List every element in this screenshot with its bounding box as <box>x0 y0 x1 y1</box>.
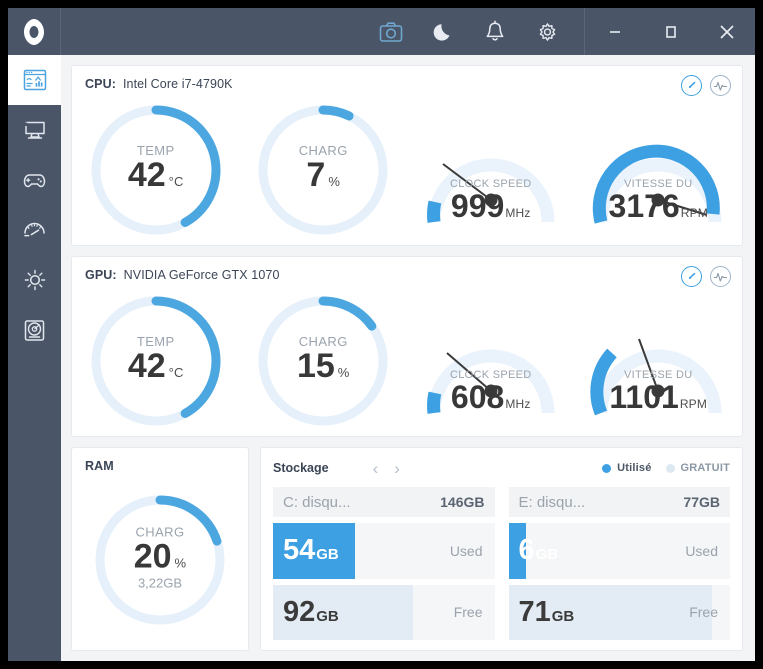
storage-title: Stockage <box>273 461 329 475</box>
sidebar-item-storage[interactable] <box>8 305 61 355</box>
gpu-fan-gauge: VITESSE DU 1101RPM <box>575 285 743 436</box>
maximize-button[interactable] <box>643 8 699 55</box>
disk-used-tag: Used <box>449 542 483 559</box>
ram-title-text: RAM <box>85 459 114 473</box>
bottom-row: RAM CHARG 20% 3,22GB Stockage ‹ › Utilis… <box>71 447 743 651</box>
gpu-title: GPU: NVIDIA GeForce GTX 1070 <box>85 268 280 282</box>
disk-free-bar: 92GB Free <box>273 584 495 640</box>
gpu-model: NVIDIA GeForce GTX 1070 <box>123 268 280 282</box>
gpu-load-gauge: CHARG 15% <box>240 285 408 436</box>
title-bar-spacer <box>61 8 378 55</box>
disk-used-bar: 54GB Used <box>273 523 495 579</box>
gauge-view-icon[interactable] <box>681 75 702 96</box>
gpu-card: GPU: NVIDIA GeForce GTX 1070 TEMP 42 °C … <box>71 256 743 437</box>
gear-icon[interactable] <box>534 19 560 45</box>
cpu-model: Intel Core i7-4790K <box>122 77 233 91</box>
ram-gauge: CHARG 20% 3,22GB <box>72 478 248 642</box>
title-bar <box>8 8 755 55</box>
gpu-gauges: TEMP 42 °C CHARG 15 % CLOCK SPEED 608MHz… <box>72 285 742 436</box>
disk-used-bar: 6GB Used <box>508 523 730 579</box>
gpu-clock-gauge: CLOCK SPEED 608MHz <box>407 285 575 436</box>
storage-card: Stockage ‹ › Utilisé GRATUIT C: disqu...… <box>260 447 743 651</box>
speedometer-icon <box>24 222 45 236</box>
cpu-label: CPU: <box>85 77 116 91</box>
sidebar-item-dashboard[interactable] <box>8 55 61 105</box>
window-controls <box>587 8 755 55</box>
cpu-load-gauge: CHARG 7% <box>240 94 408 245</box>
disk-total-size: 146GB <box>440 494 485 510</box>
gamepad-icon <box>23 173 46 187</box>
close-button[interactable] <box>699 8 755 55</box>
disk-header: E: disqu... 77GB <box>508 487 730 517</box>
disk-used-value: 54 <box>283 534 316 567</box>
sidebar-item-lighting[interactable] <box>8 255 61 305</box>
legend-used: Utilisé <box>602 462 651 474</box>
ram-card: RAM CHARG 20% 3,22GB <box>71 447 249 651</box>
legend-free: GRATUIT <box>665 462 730 474</box>
gpu-temp-gauge: TEMP 42 °C <box>72 285 240 436</box>
disk-free-unit: GB <box>551 607 575 625</box>
sidebar-item-performance[interactable] <box>8 205 61 255</box>
gpu-view-toggles <box>681 266 731 287</box>
graph-view-icon[interactable] <box>710 266 731 287</box>
disk-free-value: 92 <box>283 595 316 628</box>
sidebar-item-games[interactable] <box>8 155 61 205</box>
moon-icon[interactable] <box>430 19 456 45</box>
next-page-button[interactable]: › <box>394 460 400 477</box>
cpu-fan-gauge: VITESSE DU 3176RPM <box>575 94 743 245</box>
cpu-view-toggles <box>681 75 731 96</box>
app-logo <box>8 8 61 55</box>
cpu-clock-gauge: CLOCK SPEED 999MHz <box>407 94 575 245</box>
disk-used-unit: GB <box>535 546 559 564</box>
app-window: CPU: Intel Core i7-4790K TEMP 42 °C CHAR… <box>8 8 755 661</box>
title-bar-divider <box>584 8 585 55</box>
disk-free-tag: Free <box>453 604 483 621</box>
disk-header: C: disqu... 146GB <box>273 487 495 517</box>
content-area: CPU: Intel Core i7-4790K TEMP 42 °C CHAR… <box>61 55 755 661</box>
body: CPU: Intel Core i7-4790K TEMP 42 °C CHAR… <box>8 55 755 661</box>
disk-name: E: disqu... <box>518 493 586 511</box>
disk-item[interactable]: E: disqu... 77GB 6GB Used 71GB Free <box>508 487 730 640</box>
screenshot-icon[interactable] <box>378 19 404 45</box>
cpu-title: CPU: Intel Core i7-4790K <box>85 77 233 91</box>
disk-used-value: 6 <box>518 534 535 567</box>
disk-free-value: 71 <box>518 595 551 628</box>
disk-item[interactable]: C: disqu... 146GB 54GB Used 92GB Free <box>273 487 495 640</box>
disk-list: C: disqu... 146GB 54GB Used 92GB Free E:… <box>273 487 730 640</box>
disk-used-tag: Used <box>685 542 718 559</box>
disk-name: C: disqu... <box>283 493 351 511</box>
sun-icon <box>24 269 45 291</box>
gauge-view-icon[interactable] <box>681 266 702 287</box>
hexagon-logo-icon <box>24 18 44 45</box>
disk-free-unit: GB <box>316 607 339 625</box>
sidebar-item-monitor[interactable] <box>8 105 61 155</box>
title-bar-actions <box>378 8 570 55</box>
dashboard-icon <box>23 69 46 91</box>
disk-used-unit: GB <box>316 546 339 564</box>
monitor-icon <box>24 121 45 139</box>
graph-view-icon[interactable] <box>710 75 731 96</box>
disk-icon <box>24 319 45 341</box>
storage-legend: Utilisé GRATUIT <box>602 462 730 474</box>
storage-pager: ‹ › <box>373 460 400 477</box>
ram-title: RAM <box>85 459 114 473</box>
sidebar <box>8 55 61 661</box>
legend-free-dot <box>665 463 675 473</box>
legend-free-label: GRATUIT <box>680 462 730 474</box>
cpu-card: CPU: Intel Core i7-4790K TEMP 42 °C CHAR… <box>71 65 743 246</box>
minimize-button[interactable] <box>587 8 643 55</box>
legend-used-dot <box>602 463 612 473</box>
cpu-gauges: TEMP 42 °C CHARG 7 % CLOCK SPEED 999MHz … <box>72 94 742 245</box>
storage-header: Stockage ‹ › Utilisé GRATUIT <box>261 457 742 479</box>
gpu-label: GPU: <box>85 268 117 282</box>
disk-free-bar: 71GB Free <box>508 584 730 640</box>
bell-icon[interactable] <box>482 19 508 45</box>
cpu-temp-gauge: TEMP 42 °C <box>72 94 240 245</box>
legend-used-label: Utilisé <box>617 462 652 474</box>
disk-total-size: 77GB <box>683 494 720 510</box>
prev-page-button[interactable]: ‹ <box>373 460 379 477</box>
disk-free-tag: Free <box>689 604 718 621</box>
